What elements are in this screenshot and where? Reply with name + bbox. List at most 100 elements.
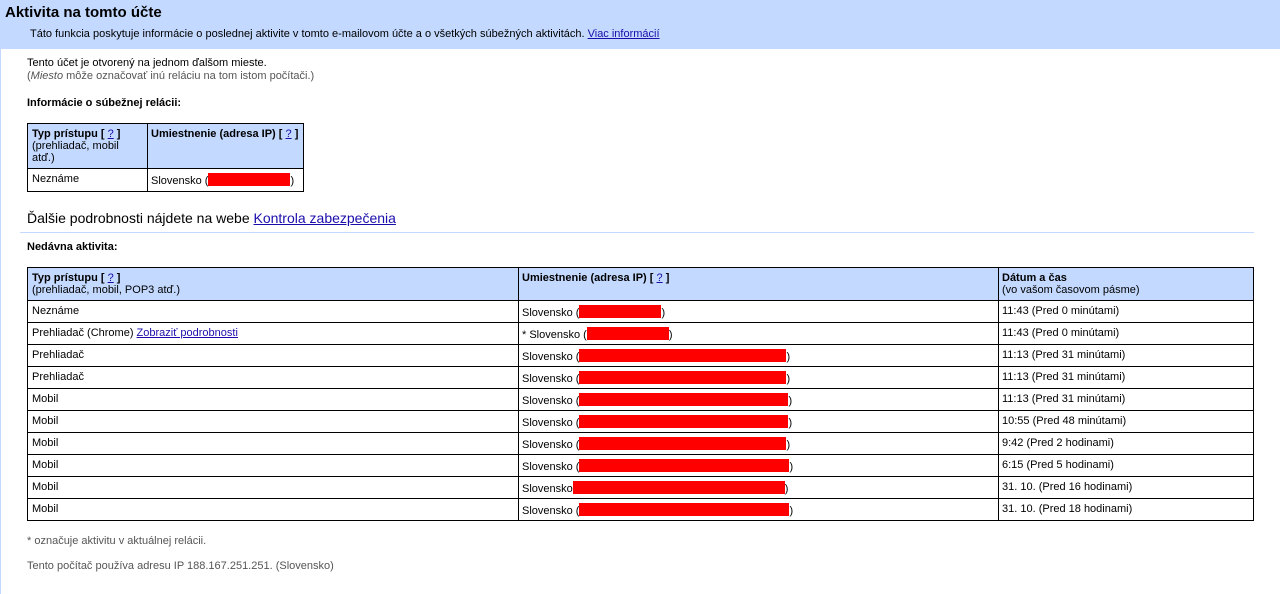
- access-type-cell: Mobil: [27, 410, 519, 433]
- access-type-cell: Mobil: [27, 498, 519, 521]
- table-row: Mobil Slovensko () 6:15 (Pred 5 hodinami): [27, 454, 1254, 477]
- access-type-text: Neznáme: [32, 305, 80, 317]
- table-row: Mobil Slovensko () 9:42 (Pred 2 hodinami): [27, 432, 1254, 455]
- access-type-text: Mobil: [32, 503, 59, 515]
- table-row: Neznáme Slovensko () 11:43 (Pred 0 minútam…: [27, 300, 1254, 323]
- location-text: Slovensko (: [522, 461, 580, 473]
- description-text: Táto funkcia poskytuje informácie o posl…: [30, 28, 585, 40]
- location-cell: Slovensko (): [518, 344, 999, 367]
- access-type-cell: Mobil: [27, 454, 519, 477]
- datetime-cell: 6:15 (Pred 5 hodinami): [998, 454, 1254, 477]
- access-type-text: Mobil: [32, 415, 59, 427]
- more-info-link[interactable]: Viac informácií: [588, 28, 660, 40]
- concurrent-header-row: Typ prístupu [ ? ] (prehliadač, mobil at…: [27, 123, 304, 169]
- concurrent-type-cell: Neznáme: [27, 168, 148, 192]
- location-cell: * Slovensko (): [518, 322, 999, 345]
- concurrent-type-header: Typ prístupu [ ? ] (prehliadač, mobil at…: [27, 123, 148, 169]
- location-close: ): [786, 351, 791, 363]
- type-header-label: Typ prístupu: [32, 128, 98, 140]
- location-cell: Slovensko (): [518, 454, 999, 477]
- recent-type-header: Typ prístupu [ ? ] (prehliadač, mobil, P…: [27, 267, 519, 301]
- access-type-cell: Prehliadač: [27, 344, 519, 367]
- datetime-cell: 11:13 (Pred 31 minútami): [998, 388, 1254, 411]
- security-text: Ďalšie podrobnosti nájdete na webe: [27, 210, 250, 226]
- access-type-text: Prehliadač: [32, 371, 84, 383]
- redacted-ip: [579, 415, 789, 428]
- access-type-text: Mobil: [32, 393, 59, 405]
- redacted-ip: [586, 327, 669, 340]
- recent-date-header: Dátum a čas (vo vašom časovom pásme): [998, 267, 1254, 301]
- location-cell: Slovensko (): [518, 498, 999, 521]
- table-row: Mobil Slovensko () 31. 10. (Pred 18 hodina…: [27, 498, 1254, 521]
- recent-title: Nedávna aktivita:: [27, 241, 118, 253]
- table-row: Mobil Slovensko () 10:55 (Pred 48 minútami…: [27, 410, 1254, 433]
- table-row: Prehliadač (Chrome) Zobraziť podrobnosti…: [27, 322, 1254, 345]
- recent-type-label: Typ prístupu: [32, 272, 98, 284]
- concurrent-location-header: Umiestnenie (adresa IP) [ ? ]: [147, 123, 304, 169]
- location-text: Slovensko (: [522, 307, 580, 319]
- redacted-ip: [579, 459, 790, 472]
- access-type-text: Mobil: [32, 437, 59, 449]
- redacted-ip: [208, 173, 291, 186]
- recent-type-sub: (prehliadač, mobil, POP3 atď.): [32, 284, 180, 296]
- concurrent-location-cell: Slovensko (): [147, 168, 304, 192]
- security-checkup-line: Ďalšie podrobnosti nájdete na webe Kontr…: [27, 210, 1254, 226]
- concurrent-row: Neznáme Slovensko (): [27, 168, 304, 192]
- location-close: ): [784, 483, 789, 495]
- location-cell: Slovensko (): [518, 432, 999, 455]
- concurrent-table: Typ prístupu [ ? ] (prehliadač, mobil at…: [27, 123, 304, 192]
- datetime-cell: 31. 10. (Pred 18 hodinami): [998, 498, 1254, 521]
- intro-line2: (Miesto môže označovať inú reláciu na to…: [27, 70, 1254, 83]
- datetime-cell: 10:55 (Pred 48 minútami): [998, 410, 1254, 433]
- main-content: Tento účet je otvorený na jednom ďalšom …: [0, 57, 1280, 572]
- recent-header-row: Typ prístupu [ ? ] (prehliadač, mobil, P…: [27, 267, 1254, 301]
- location-cell: Slovensko (): [518, 388, 999, 411]
- page-title: Aktivita na tomto účte: [5, 4, 162, 21]
- location-close: ): [786, 439, 791, 451]
- redacted-ip: [572, 481, 785, 494]
- location-header-label: Umiestnenie (adresa IP): [151, 128, 276, 140]
- access-type-cell: Neznáme: [27, 300, 519, 323]
- location-close: ): [789, 505, 794, 517]
- show-details-link[interactable]: Zobraziť podrobnosti: [137, 327, 238, 339]
- intro: Tento účet je otvorený na jednom ďalšom …: [27, 57, 1254, 83]
- recent-activity-body: Neznáme Slovensko () 11:43 (Pred 0 minútam…: [27, 300, 1254, 521]
- location-close: ): [789, 461, 794, 473]
- recent-location-label: Umiestnenie (adresa IP): [522, 272, 647, 284]
- access-type-cell: Mobil: [27, 476, 519, 499]
- access-type-cell: Prehliadač (Chrome) Zobraziť podrobnosti: [27, 322, 519, 345]
- location-close: ): [290, 175, 295, 187]
- location-cell: Slovensko (): [518, 366, 999, 389]
- datetime-cell: 11:43 (Pred 0 minútami): [998, 322, 1254, 345]
- datetime-cell: 9:42 (Pred 2 hodinami): [998, 432, 1254, 455]
- access-type-text: Prehliadač (Chrome): [32, 327, 134, 339]
- security-checkup-link[interactable]: Kontrola zabezpečenia: [254, 210, 396, 226]
- access-type-cell: Prehliadač: [27, 366, 519, 389]
- redacted-ip: [579, 305, 662, 318]
- location-cell: Slovensko (): [518, 300, 999, 323]
- intro-line2-em: Miesto: [30, 70, 64, 82]
- table-row: Prehliadač Slovensko () 11:13 (Pred 31 min…: [27, 344, 1254, 367]
- datetime-cell: 11:43 (Pred 0 minútami): [998, 300, 1254, 323]
- location-text: Slovensko (: [522, 417, 580, 429]
- location-text: * Slovensko (: [522, 329, 587, 341]
- access-type-text: Prehliadač: [32, 349, 84, 361]
- table-row: Mobil Slovensko () 11:13 (Pred 31 minútami…: [27, 388, 1254, 411]
- page-header: Aktivita na tomto účte Táto funkcia posk…: [0, 0, 1280, 49]
- location-text: Slovensko (: [522, 351, 580, 363]
- current-session-note: * označuje aktivitu v aktuálnej relácii.: [27, 535, 207, 547]
- redacted-ip: [579, 393, 789, 406]
- table-row: Prehliadač Slovensko () 11:13 (Pred 31 min…: [27, 366, 1254, 389]
- table-row: Mobil Slovensko) 31. 10. (Pred 16 hodinami…: [27, 476, 1254, 499]
- datetime-cell: 31. 10. (Pred 16 hodinami): [998, 476, 1254, 499]
- recent-date-label: Dátum a čas: [1002, 272, 1067, 284]
- recent-date-sub: (vo vašom časovom pásme): [1002, 284, 1140, 296]
- location-close: ): [786, 373, 791, 385]
- intro-line1: Tento účet je otvorený na jednom ďalšom …: [27, 57, 267, 69]
- location-text: Slovensko (: [522, 505, 580, 517]
- datetime-cell: 11:13 (Pred 31 minútami): [998, 344, 1254, 367]
- location-close: ): [668, 329, 673, 341]
- access-type-cell: Mobil: [27, 388, 519, 411]
- location-cell: Slovensko): [518, 476, 999, 499]
- concurrent-title: Informácie o súbežnej relácii:: [27, 97, 182, 109]
